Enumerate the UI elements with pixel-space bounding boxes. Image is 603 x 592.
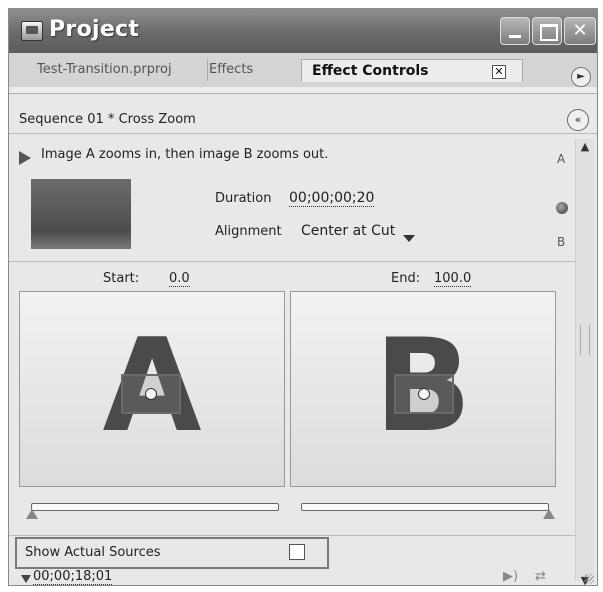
end-slider[interactable] [301, 503, 549, 511]
resize-grip-icon[interactable] [584, 574, 594, 584]
show-actual-sources-row: Show Actual Sources [15, 537, 329, 569]
end-slider-handle[interactable] [543, 509, 555, 519]
scroll-up-icon[interactable]: ▲ [577, 139, 593, 155]
b-label: B [557, 235, 566, 249]
divider [9, 535, 575, 536]
reverse-icon[interactable] [556, 202, 568, 214]
sequence-header: Sequence 01 * Cross Zoom « [9, 107, 597, 134]
timecode-menu-icon[interactable] [21, 575, 31, 583]
zoom-area-box-a[interactable] [121, 374, 181, 414]
maximize-button[interactable] [532, 17, 562, 45]
transition-thumbnail [31, 179, 131, 249]
duration-value[interactable]: 00;00;00;20 [289, 190, 375, 207]
zoom-center-handle[interactable] [145, 388, 157, 400]
close-button[interactable]: ✕ [564, 17, 596, 45]
current-timecode[interactable]: 00;00;18;01 [33, 569, 113, 585]
alignment-dropdown[interactable]: Center at Cut [301, 223, 395, 239]
zoom-area-box-b[interactable] [394, 374, 454, 414]
play-audio-icon[interactable]: ▶) [503, 569, 518, 584]
chevron-down-icon[interactable] [403, 235, 415, 242]
preview-a: A [19, 291, 285, 487]
vertical-scrollbar[interactable]: ▲ ▼ [575, 139, 594, 585]
duration-label: Duration [215, 191, 272, 206]
close-tab-icon[interactable]: ✕ [492, 65, 506, 79]
show-actual-sources-checkbox[interactable] [289, 544, 305, 560]
project-window-icon [21, 21, 43, 41]
tab-effects[interactable]: Effects [199, 59, 310, 81]
sequence-label: Sequence 01 * Cross Zoom [19, 112, 196, 127]
start-slider[interactable] [31, 503, 279, 511]
scroll-thumb[interactable] [580, 325, 590, 355]
tab-underline [9, 87, 597, 93]
minimize-button[interactable] [500, 17, 530, 45]
collapse-timeline-icon[interactable]: « [567, 109, 589, 131]
start-slider-handle[interactable] [26, 509, 38, 519]
start-label: Start: [103, 271, 140, 286]
preview-b: B [290, 291, 556, 487]
play-transition-icon[interactable] [19, 151, 31, 165]
start-value[interactable]: 0.0 [169, 271, 190, 287]
end-label: End: [391, 271, 421, 286]
loop-icon[interactable]: ⇄ [535, 569, 546, 584]
transition-description: Image A zooms in, then image B zooms out… [41, 147, 329, 162]
a-label: A [557, 152, 566, 166]
alignment-label: Alignment [215, 224, 282, 239]
tab-project-file[interactable]: Test-Transition.prproj [27, 59, 208, 81]
project-window: Project ✕ Test-Transition.prproj Effects… [8, 8, 598, 586]
end-value[interactable]: 100.0 [434, 271, 472, 287]
window-title: Project [49, 17, 140, 42]
show-actual-sources-label: Show Actual Sources [25, 545, 161, 560]
title-bar[interactable]: Project ✕ [9, 9, 597, 53]
divider [9, 261, 575, 262]
tab-effect-controls[interactable]: Effect Controls ✕ [301, 59, 523, 82]
panel-tabs: Test-Transition.prproj Effects Effect Co… [9, 53, 597, 94]
panel-menu-icon[interactable]: ► [571, 67, 591, 87]
zoom-center-handle[interactable] [418, 388, 430, 400]
tab-effect-controls-label: Effect Controls [312, 63, 429, 79]
